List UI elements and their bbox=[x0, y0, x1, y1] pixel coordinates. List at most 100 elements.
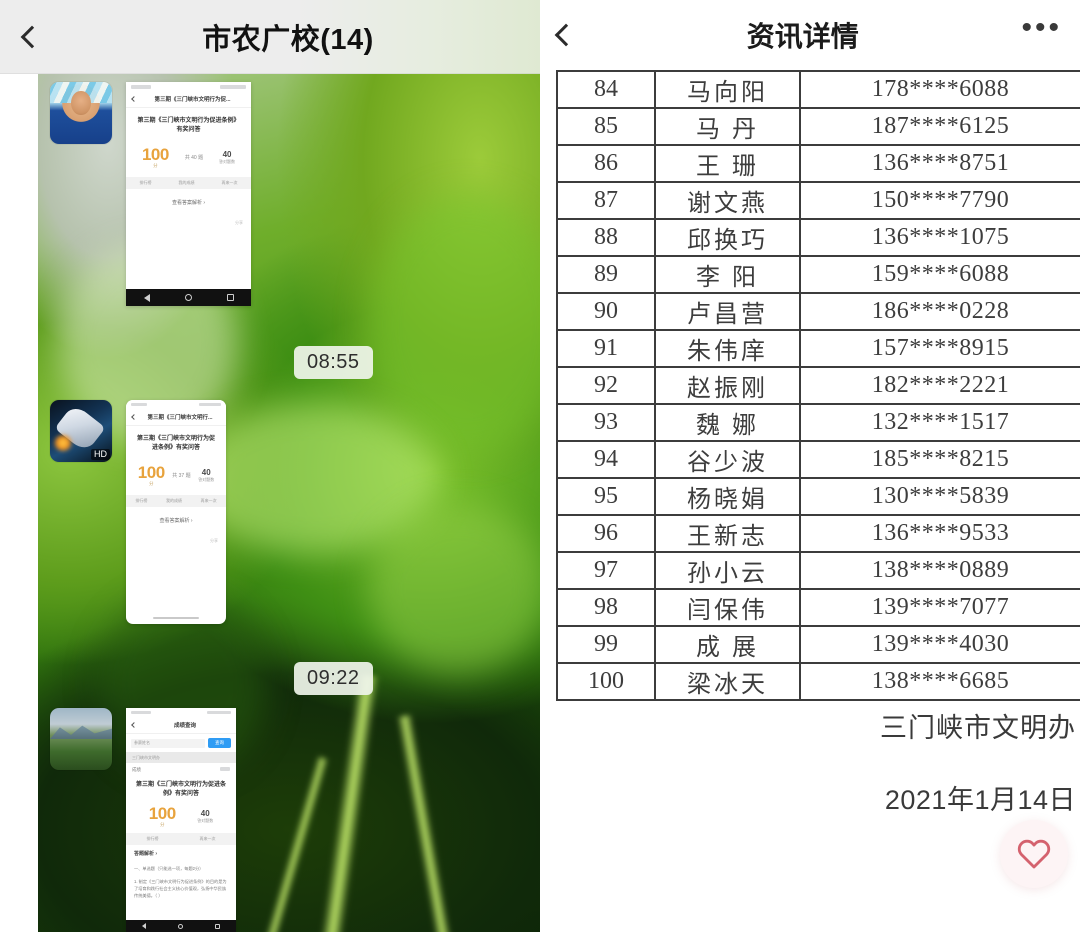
correct-count: 40 bbox=[201, 468, 211, 477]
row-name-cell: 王 珊 bbox=[654, 144, 801, 183]
screenshot-subsection: 一、单选题（只能选一项，每题2分） bbox=[134, 866, 204, 871]
row-index-cell: 95 bbox=[556, 477, 656, 516]
score-value: 100 bbox=[141, 145, 169, 164]
left-panel-wechat-chat: 市农广校(14) 第三期《三门峡市文明行为促... 第三期《三门峡市文明行为促进… bbox=[0, 0, 540, 947]
screenshot-result-value bbox=[220, 767, 230, 771]
score-middle-text: 共 37 题 bbox=[172, 473, 191, 479]
roster-table: 84 马向阳 178****6088 85 马 丹 187****6125 86 王 珊 136… bbox=[556, 70, 1080, 701]
screenshot-search-input: 参赛姓名 bbox=[131, 738, 205, 748]
dual-panel-screenshot: 市农广校(14) 第三期《三门峡市文明行为促... 第三期《三门峡市文明行为促进… bbox=[0, 0, 1080, 947]
back-triangle-icon bbox=[142, 923, 146, 929]
signature-text: 三门峡市文明办 bbox=[880, 713, 1076, 743]
home-circle-icon bbox=[184, 294, 192, 301]
table-row: 98 闫保伟 139****7077 bbox=[556, 588, 1080, 627]
recents-square-icon bbox=[226, 294, 234, 301]
row-index-cell: 88 bbox=[556, 218, 656, 257]
screenshot-result-label: 成绩 bbox=[132, 767, 141, 772]
screenshot-nav-title: 成绩查询 bbox=[173, 723, 196, 729]
row-phone-cell: 139****4030 bbox=[799, 625, 1080, 664]
row-index-cell: 93 bbox=[556, 403, 656, 442]
screenshot-share-label: 分享 bbox=[210, 538, 218, 543]
date-text: 2021年1月14日 bbox=[884, 785, 1076, 815]
screenshot-tab: 排行榜 bbox=[146, 836, 159, 841]
heart-icon bbox=[1017, 839, 1051, 869]
row-name-cell: 朱伟庠 bbox=[654, 329, 801, 368]
table-row: 93 魏 娜 132****1517 bbox=[556, 403, 1080, 442]
row-phone-cell: 150****7790 bbox=[799, 181, 1080, 220]
row-name-cell: 赵振刚 bbox=[654, 366, 801, 405]
row-phone-cell: 138****6685 bbox=[799, 662, 1080, 701]
table-row: 95 杨晓娟 130****5839 bbox=[556, 477, 1080, 516]
row-phone-cell: 187****6125 bbox=[799, 107, 1080, 146]
screenshot-navbar: 成绩查询 bbox=[126, 717, 236, 734]
row-index-cell: 99 bbox=[556, 625, 656, 664]
row-name-cell: 李 阳 bbox=[654, 255, 801, 294]
screenshot-score-row: 100 分 共 37 题 40 答对题数 bbox=[126, 460, 226, 495]
row-phone-cell: 132****1517 bbox=[799, 403, 1080, 442]
screenshot-score-row: 100 分 40 答对题数 bbox=[126, 803, 236, 833]
row-phone-cell: 138****0889 bbox=[799, 551, 1080, 590]
row-index-cell: 85 bbox=[556, 107, 656, 146]
phone-status-bar bbox=[126, 708, 236, 717]
screenshot-score-row: 100 分 共 40 题 40 答对题数 bbox=[126, 142, 251, 177]
correct-count: 40 bbox=[222, 150, 232, 159]
screenshot-tabs: 排行榜 我的成绩 再来一次 bbox=[126, 495, 226, 507]
table-row: 99 成 展 139****4030 bbox=[556, 625, 1080, 664]
message-timestamp: 09:22 bbox=[294, 662, 373, 695]
landscape-avatar[interactable] bbox=[50, 708, 112, 770]
more-dots-icon[interactable]: ••• bbox=[1021, 13, 1062, 48]
screenshot-tab: 我的成绩 bbox=[165, 498, 182, 503]
row-index-cell: 100 bbox=[556, 662, 656, 701]
screenshot-search-row: 参赛姓名 查询 bbox=[126, 734, 236, 752]
row-index-cell: 91 bbox=[556, 329, 656, 368]
score-middle-text: 共 40 题 bbox=[184, 155, 204, 161]
phone-status-bar bbox=[126, 400, 226, 409]
screenshot-heading: 第三期《三门峡市文明行为促进条例》有奖问答 bbox=[136, 436, 215, 451]
avatar-badge: HD bbox=[91, 449, 110, 460]
screenshot-nav-title: 第三期《三门峡市文明行... bbox=[147, 415, 213, 421]
like-button[interactable] bbox=[1000, 820, 1068, 888]
table-row: 88 邱换巧 136****1075 bbox=[556, 218, 1080, 257]
row-name-cell: 邱换巧 bbox=[654, 218, 801, 257]
row-index-cell: 97 bbox=[556, 551, 656, 590]
row-index-cell: 98 bbox=[556, 588, 656, 627]
row-phone-cell: 157****8915 bbox=[799, 329, 1080, 368]
shared-screenshot-image[interactable]: 第三期《三门峡市文明行为促... 第三期《三门峡市文明行为促进条例》有奖问答 1… bbox=[126, 82, 251, 306]
row-name-cell: 梁冰天 bbox=[654, 662, 801, 701]
screenshot-navbar: 第三期《三门峡市文明行为促... bbox=[126, 91, 251, 108]
row-phone-cell: 139****7077 bbox=[799, 588, 1080, 627]
android-nav-bar bbox=[126, 920, 236, 932]
row-phone-cell: 136****8751 bbox=[799, 144, 1080, 183]
screenshot-tab: 再来一次 bbox=[199, 836, 216, 841]
left-panel-header: 市农广校(14) bbox=[0, 0, 540, 74]
shared-screenshot-image[interactable]: 成绩查询 参赛姓名 查询 三门峡市文明办 成绩 第三期《三门峡市文明行为促进条例… bbox=[126, 708, 236, 932]
back-triangle-icon bbox=[143, 293, 150, 302]
table-row: 91 朱伟庠 157****8915 bbox=[556, 329, 1080, 368]
rocket-avatar[interactable]: HD bbox=[50, 400, 112, 462]
chat-title: 市农广校(14) bbox=[202, 24, 374, 56]
screenshot-heading: 第三期《三门峡市文明行为促进条例》有奖问答 bbox=[135, 782, 226, 797]
table-row: 84 马向阳 178****6088 bbox=[556, 70, 1080, 109]
chat-message: 第三期《三门峡市文明行为促... 第三期《三门峡市文明行为促进条例》有奖问答 1… bbox=[50, 82, 251, 306]
mini-back-chevron-icon bbox=[131, 414, 137, 420]
screenshot-search-button: 查询 bbox=[208, 738, 231, 748]
table-row: 100 梁冰天 138****6685 bbox=[556, 662, 1080, 701]
table-row: 85 马 丹 187****6125 bbox=[556, 107, 1080, 146]
row-name-cell: 杨晓娟 bbox=[654, 477, 801, 516]
score-value: 100 bbox=[148, 804, 176, 823]
shared-screenshot-image[interactable]: 第三期《三门峡市文明行... 第三期《三门峡市文明行为促进条例》有奖问答 100… bbox=[126, 400, 226, 624]
home-indicator-bar bbox=[153, 616, 199, 619]
row-index-cell: 96 bbox=[556, 514, 656, 553]
back-chevron-glyph bbox=[554, 23, 578, 47]
screenshot-tab: 我的成绩 bbox=[178, 180, 195, 185]
chat-message: 成绩查询 参赛姓名 查询 三门峡市文明办 成绩 第三期《三门峡市文明行为促进条例… bbox=[50, 708, 236, 932]
correct-count-label: 答对题数 bbox=[197, 818, 214, 823]
home-circle-icon bbox=[178, 923, 183, 929]
row-name-cell: 闫保伟 bbox=[654, 588, 801, 627]
phone-status-bar bbox=[126, 82, 251, 91]
table-row: 89 李 阳 159****6088 bbox=[556, 255, 1080, 294]
screenshot-nav-title: 第三期《三门峡市文明行为促... bbox=[154, 97, 231, 103]
row-phone-cell: 186****0228 bbox=[799, 292, 1080, 331]
row-name-cell: 卢昌营 bbox=[654, 292, 801, 331]
person-avatar[interactable] bbox=[50, 82, 112, 144]
